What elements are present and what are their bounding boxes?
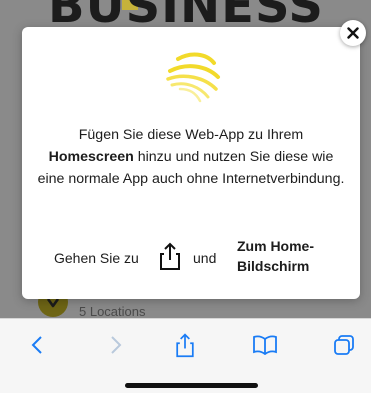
close-icon (347, 27, 359, 39)
bookmarks-button[interactable] (250, 331, 280, 359)
instruction-and-label: und (193, 250, 217, 266)
instruction-target-label: Zum Home-Bildschirm (237, 238, 314, 274)
forward-button[interactable] (101, 331, 131, 359)
instruction-goto-label: Gehen Sie zu (54, 250, 139, 266)
browser-toolbar (0, 318, 371, 393)
message-part1: Fügen Sie diese Web-App zu Ihrem (78, 127, 304, 143)
popup-message: Fügen Sie diese Web-App zu Ihrem Homescr… (36, 124, 346, 190)
tabs-icon (334, 335, 354, 355)
close-button[interactable] (340, 20, 366, 46)
app-logo-icon (166, 52, 220, 103)
book-icon (253, 335, 277, 355)
home-indicator (125, 383, 258, 388)
popup-pointer (180, 270, 206, 284)
back-button[interactable] (22, 331, 52, 359)
share-icon (160, 242, 180, 270)
share-button[interactable] (170, 331, 200, 359)
chevron-right-icon (111, 336, 122, 354)
chevron-left-icon (31, 336, 42, 354)
message-bold: Homescreen (48, 149, 134, 165)
tabs-button[interactable] (329, 331, 359, 359)
locations-label: 5 Locations (79, 304, 146, 318)
add-to-homescreen-popup: Fügen Sie diese Web-App zu Ihrem Homescr… (22, 27, 360, 299)
share-icon (176, 333, 194, 358)
